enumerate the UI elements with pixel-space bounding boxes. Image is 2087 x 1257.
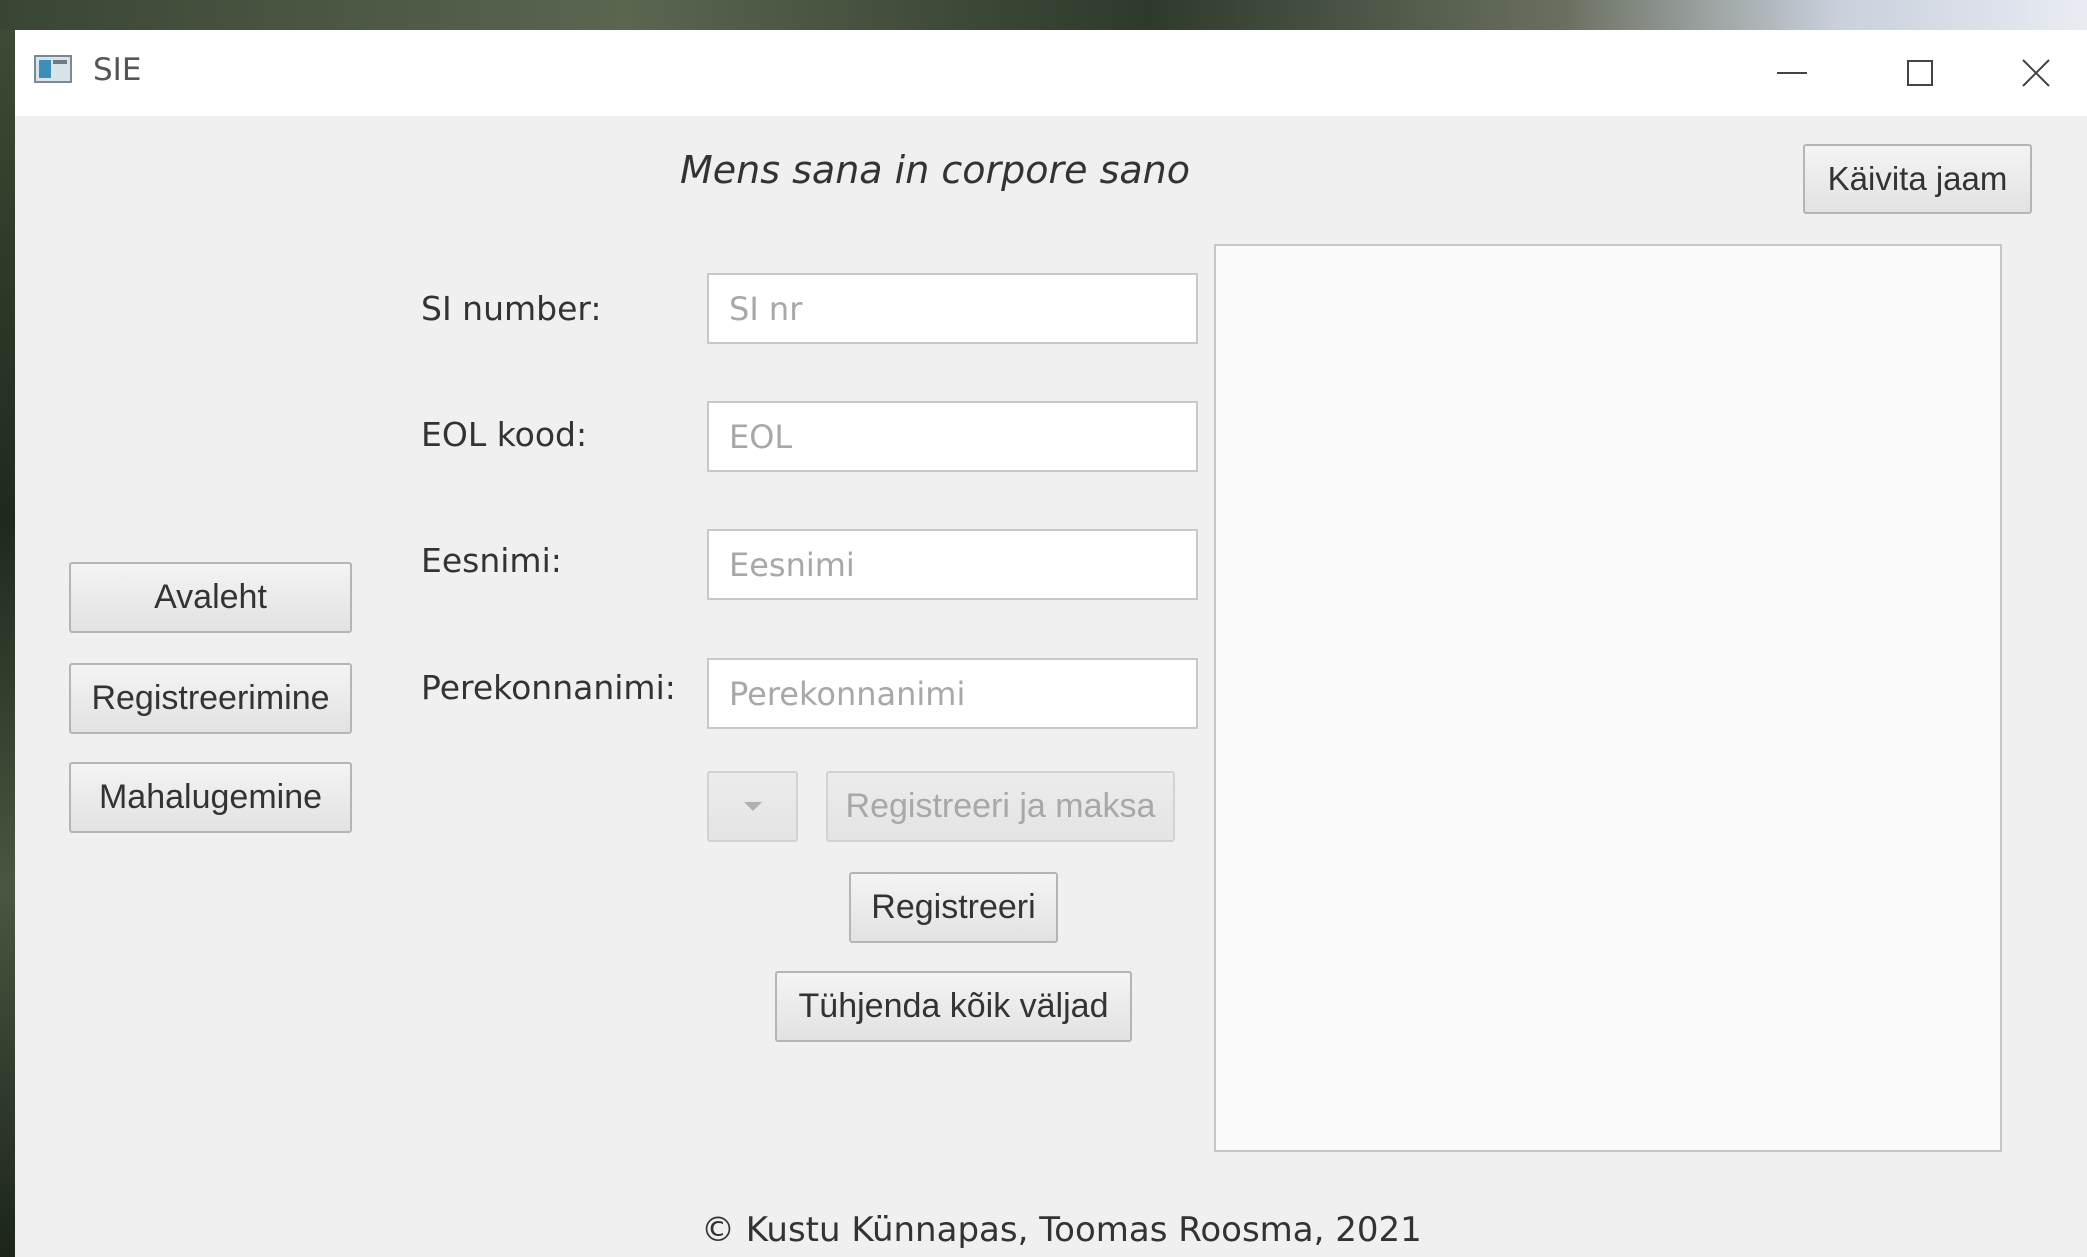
desktop-background-top (0, 0, 2087, 30)
app-window-icon (34, 55, 72, 83)
register-and-pay-button[interactable]: Registreeri ja maksa (826, 771, 1175, 842)
nav-readout-button[interactable]: Mahalugemine (69, 762, 352, 833)
maximize-icon (1907, 60, 1933, 86)
last-name-label: Perekonnanimi: (421, 668, 676, 707)
chevron-down-icon (743, 802, 762, 811)
clear-fields-button[interactable]: Tühjenda kõik väljad (775, 971, 1132, 1042)
si-number-label: SI number: (421, 289, 602, 328)
first-name-input[interactable] (707, 529, 1198, 600)
copyright-footer: © Kustu Künnapas, Toomas Roosma, 2021 (701, 1210, 1422, 1250)
nav-home-button[interactable]: Avaleht (69, 562, 352, 633)
eol-code-label: EOL kood: (421, 415, 588, 454)
desktop-background-left (0, 30, 15, 1257)
si-number-input[interactable] (707, 273, 1198, 344)
close-icon (2021, 59, 2050, 87)
title-bar[interactable]: SIE (15, 30, 2087, 116)
motto-heading: Mens sana in corpore sano (680, 148, 1191, 192)
minimize-button[interactable] (1728, 30, 1856, 116)
register-button[interactable]: Registreeri (849, 872, 1058, 943)
window-title: SIE (93, 52, 142, 88)
last-name-input[interactable] (707, 658, 1198, 729)
output-text-area[interactable] (1214, 244, 2002, 1152)
start-station-button[interactable]: Käivita jaam (1803, 144, 2032, 214)
minimize-icon (1777, 72, 1807, 74)
nav-registration-button[interactable]: Registreerimine (69, 663, 352, 734)
eol-code-input[interactable] (707, 401, 1198, 472)
app-window: SIE Mens sana in corpore sano Käivita ja… (15, 30, 2087, 1257)
maximize-button[interactable] (1856, 30, 1984, 116)
payment-select[interactable] (707, 771, 798, 842)
first-name-label: Eesnimi: (421, 541, 562, 580)
close-button[interactable] (1984, 30, 2087, 116)
